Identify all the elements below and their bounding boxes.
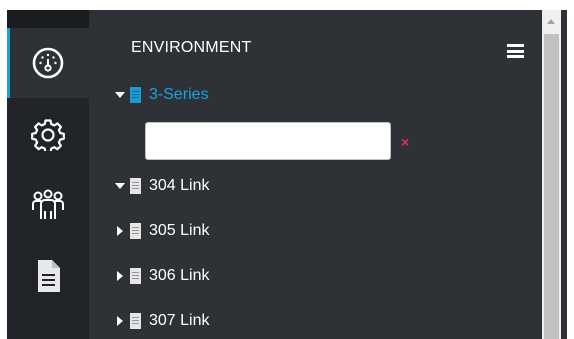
tree-item-label: 305 Link	[149, 222, 210, 239]
rail-button-dashboard[interactable]	[7, 28, 89, 98]
rail-button-settings[interactable]	[7, 99, 89, 169]
tree-search-input[interactable]	[145, 122, 391, 160]
caret-down-icon[interactable]	[115, 183, 125, 189]
tree-item-306-link[interactable]: 306 Link	[115, 264, 210, 288]
tree-item-label: 307 Link	[149, 312, 210, 329]
document-icon	[38, 260, 60, 292]
tree-item-305-link[interactable]: 305 Link	[115, 219, 210, 243]
caret-right-icon[interactable]	[117, 226, 123, 236]
building-icon	[130, 268, 141, 284]
users-group-icon	[32, 189, 64, 219]
app-frame: ENVIRONMENT 3-Series × 304 Link 305 Link…	[7, 10, 567, 339]
tree-item-304-link[interactable]: 304 Link	[115, 174, 210, 198]
tree-item-label: 304 Link	[149, 177, 210, 194]
environment-panel: ENVIRONMENT 3-Series × 304 Link 305 Link…	[89, 10, 567, 339]
gear-icon	[31, 119, 65, 151]
scroll-up-arrow-icon[interactable]	[542, 10, 561, 33]
caret-down-icon[interactable]	[115, 92, 125, 98]
building-icon	[130, 87, 141, 103]
building-icon	[130, 223, 141, 239]
panel-title: ENVIRONMENT	[131, 39, 252, 56]
tree-root-3-series[interactable]: 3-Series	[115, 83, 209, 107]
left-rail	[7, 10, 89, 339]
tree-item-label: 306 Link	[149, 267, 210, 284]
dashboard-gauge-icon	[32, 47, 64, 79]
hamburger-menu-icon[interactable]	[507, 44, 524, 58]
vertical-scrollbar[interactable]	[542, 10, 561, 339]
tree-root-label: 3-Series	[149, 86, 209, 103]
rail-button-reports[interactable]	[7, 241, 89, 311]
scrollbar-thumb[interactable]	[544, 34, 559, 339]
caret-right-icon[interactable]	[117, 271, 123, 281]
tree-item-307-link[interactable]: 307 Link	[115, 309, 210, 333]
rail-top-strip	[7, 10, 89, 28]
building-icon	[130, 313, 141, 329]
rail-button-users[interactable]	[7, 170, 89, 240]
clear-search-icon[interactable]: ×	[401, 135, 409, 149]
building-icon	[130, 178, 141, 194]
caret-right-icon[interactable]	[117, 316, 123, 326]
